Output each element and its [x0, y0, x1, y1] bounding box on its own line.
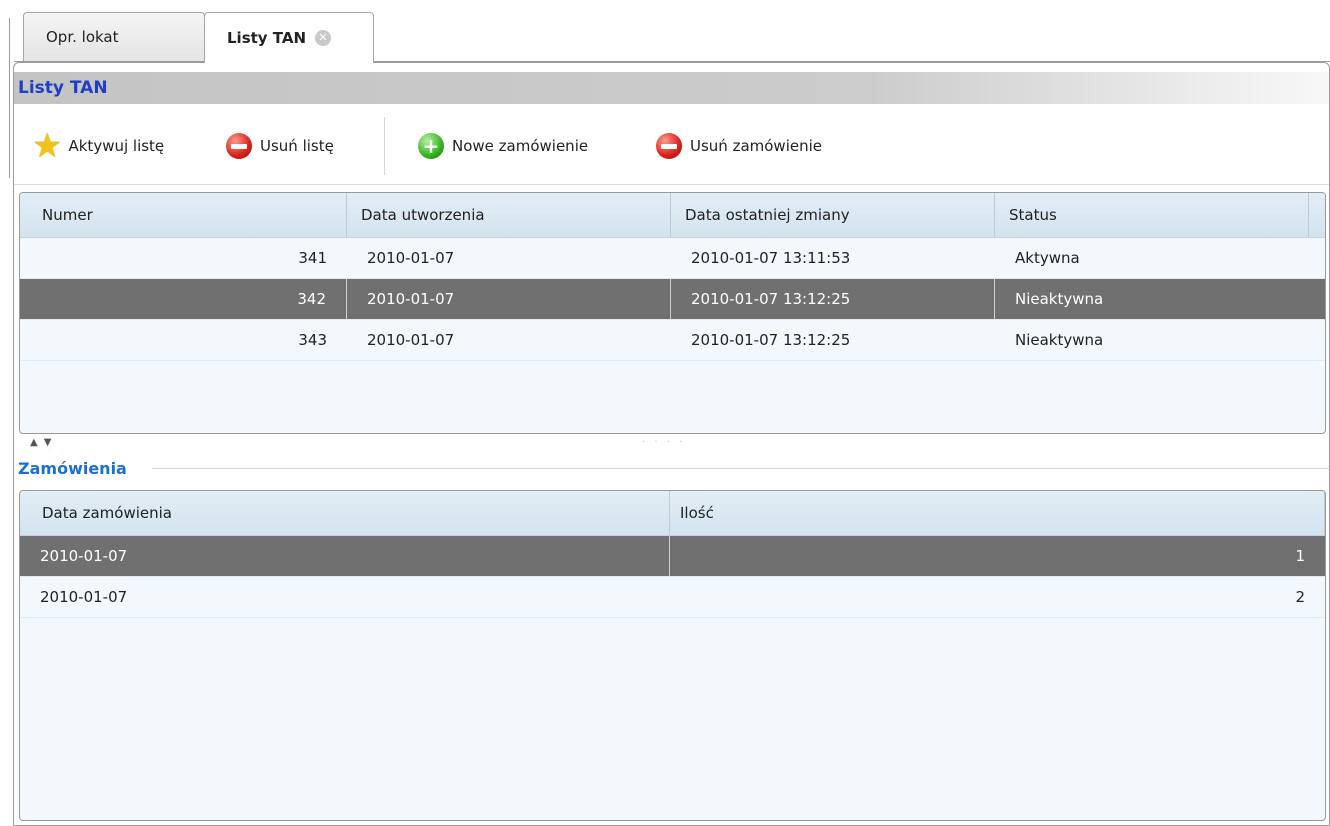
tan-lists-table: Numer Data utworzenia Data ostatniej zmi…	[19, 192, 1326, 434]
tab-listy-tan[interactable]: Listy TAN ✕	[204, 12, 374, 63]
new-order-button[interactable]: + Nowe zamówienie	[418, 109, 588, 183]
new-order-label: Nowe zamówienie	[452, 137, 589, 155]
cell-status: Aktywna	[1015, 249, 1080, 267]
section-divider	[152, 468, 1330, 469]
close-icon[interactable]: ✕	[315, 30, 332, 46]
table-row[interactable]: 341 2010-01-07 2010-01-07 13:11:53 Aktyw…	[20, 238, 1325, 279]
tab-bar-left-border	[9, 18, 10, 178]
minus-circle-icon	[226, 133, 252, 159]
cell-changed: 2010-01-07 13:12:25	[691, 331, 851, 349]
tab-label: Opr. lokat	[46, 28, 119, 46]
cell-created: 2010-01-07	[347, 279, 671, 319]
table-row[interactable]: 2010-01-07 2	[20, 577, 1325, 618]
activate-list-button[interactable]: ★ Aktywuj listę	[32, 109, 164, 183]
delete-order-label: Usuń zamówienie	[690, 137, 822, 155]
cell-order-date: 2010-01-07	[20, 536, 670, 576]
orders-table: Data zamówienia Ilość 2010-01-07 1 2010-…	[19, 490, 1326, 821]
splitter-grip[interactable]: · · · ·	[642, 437, 685, 448]
star-icon: ★	[32, 126, 63, 166]
cell-created: 2010-01-07	[367, 331, 455, 349]
table-header: Data zamówienia Ilość	[20, 491, 1325, 536]
column-header-changed[interactable]: Data ostatniej zmiany	[671, 193, 995, 237]
toolbar: ★ Aktywuj listę Usuń listę + Nowe zamówi…	[14, 109, 1329, 183]
table-row-selected[interactable]: 2010-01-07 1	[20, 536, 1325, 577]
column-header-status[interactable]: Status	[995, 193, 1309, 237]
collapse-expand-arrows-icon[interactable]: ▲▼	[30, 437, 57, 448]
table-row[interactable]: 343 2010-01-07 2010-01-07 13:12:25 Nieak…	[20, 320, 1325, 361]
cell-quantity: 1	[1295, 547, 1305, 565]
table-row-selected[interactable]: 342 2010-01-07 2010-01-07 13:12:25 Nieak…	[20, 279, 1325, 320]
panel-title: Listy TAN	[14, 72, 1329, 104]
cell-status: Nieaktywna	[1015, 290, 1104, 308]
minus-circle-icon	[656, 133, 682, 159]
cell-numer: 341	[298, 249, 327, 267]
tab-label: Listy TAN	[227, 29, 307, 47]
cell-numer: 342	[20, 279, 347, 319]
delete-order-button[interactable]: Usuń zamówienie	[656, 109, 822, 183]
cell-created: 2010-01-07	[367, 249, 455, 267]
column-header-order-date[interactable]: Data zamówienia	[20, 491, 670, 535]
table-header: Numer Data utworzenia Data ostatniej zmi…	[20, 193, 1325, 238]
toolbar-separator	[384, 117, 385, 175]
delete-list-button[interactable]: Usuń listę	[226, 109, 334, 183]
cell-changed: 2010-01-07 13:11:53	[691, 249, 851, 267]
activate-list-label: Aktywuj listę	[68, 137, 165, 155]
toolbar-divider	[14, 184, 1329, 185]
cell-order-date: 2010-01-07	[40, 588, 128, 606]
delete-list-label: Usuń listę	[260, 137, 334, 155]
cell-changed: 2010-01-07 13:12:25	[671, 279, 995, 319]
tab-opr-lokat[interactable]: Opr. lokat	[23, 12, 205, 61]
cell-status: Nieaktywna	[1015, 331, 1104, 349]
tab-bar: Opr. lokat Listy TAN ✕	[0, 0, 1330, 178]
column-header-created[interactable]: Data utworzenia	[347, 193, 671, 237]
column-header-quantity[interactable]: Ilość	[670, 491, 1325, 535]
cell-numer: 343	[298, 331, 327, 349]
plus-circle-icon: +	[418, 133, 444, 159]
column-header-numer[interactable]: Numer	[20, 193, 347, 237]
orders-section-title: Zamówienia	[18, 459, 127, 478]
cell-quantity: 2	[1295, 588, 1305, 606]
